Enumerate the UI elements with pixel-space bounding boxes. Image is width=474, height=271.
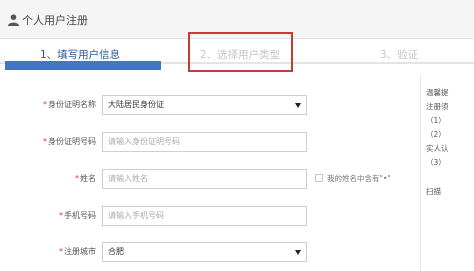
- name-input[interactable]: 请输入姓名: [102, 169, 307, 189]
- row-name: *姓名 请输入姓名 我的姓名中含有"•": [0, 169, 420, 191]
- id-type-label: *身份证明名称: [43, 100, 96, 109]
- phone-input[interactable]: 请输入手机号码: [102, 206, 307, 226]
- chevron-down-icon: [295, 103, 301, 108]
- sidebar-line: 温馨提: [426, 88, 449, 97]
- sidebar-line: （3）: [426, 158, 446, 167]
- city-select[interactable]: 合肥: [102, 242, 307, 262]
- row-city: *注册城市 合肥: [0, 242, 420, 264]
- sidebar-line: 实人认: [426, 144, 449, 153]
- id-number-label: *身份证明号码: [43, 137, 96, 146]
- chevron-down-icon: [295, 250, 301, 255]
- sidebar-line: 注册须: [426, 102, 449, 111]
- name-label: *姓名: [75, 174, 96, 183]
- page-title: 个人用户注册: [22, 14, 88, 27]
- sidebar-line: （1）: [426, 116, 446, 125]
- city-label: *注册城市: [59, 247, 96, 256]
- phone-label: *手机号码: [59, 211, 96, 220]
- sidebar-line: （2）: [426, 130, 446, 139]
- sidebar-line: 扫描: [426, 187, 441, 196]
- row-id-type: *身份证明名称 大陆居民身份证: [0, 95, 420, 117]
- step-verify: 3、验证: [380, 49, 419, 61]
- row-id-number: *身份证明号码 请输入身份证明号码: [0, 132, 420, 154]
- special-char-checkbox[interactable]: [315, 174, 323, 182]
- special-char-checkbox-label: 我的姓名中含有"•": [327, 174, 391, 183]
- id-type-select[interactable]: 大陆居民身份证: [102, 95, 307, 115]
- step-progress-active: [5, 61, 161, 70]
- highlight-box: [188, 32, 293, 72]
- user-icon: [8, 14, 19, 26]
- step-fill-info: 1、填写用户信息: [40, 49, 121, 61]
- id-number-input[interactable]: 请输入身份证明号码: [102, 132, 307, 152]
- row-phone: *手机号码 请输入手机号码: [0, 206, 420, 228]
- sidebar-divider: [420, 75, 421, 271]
